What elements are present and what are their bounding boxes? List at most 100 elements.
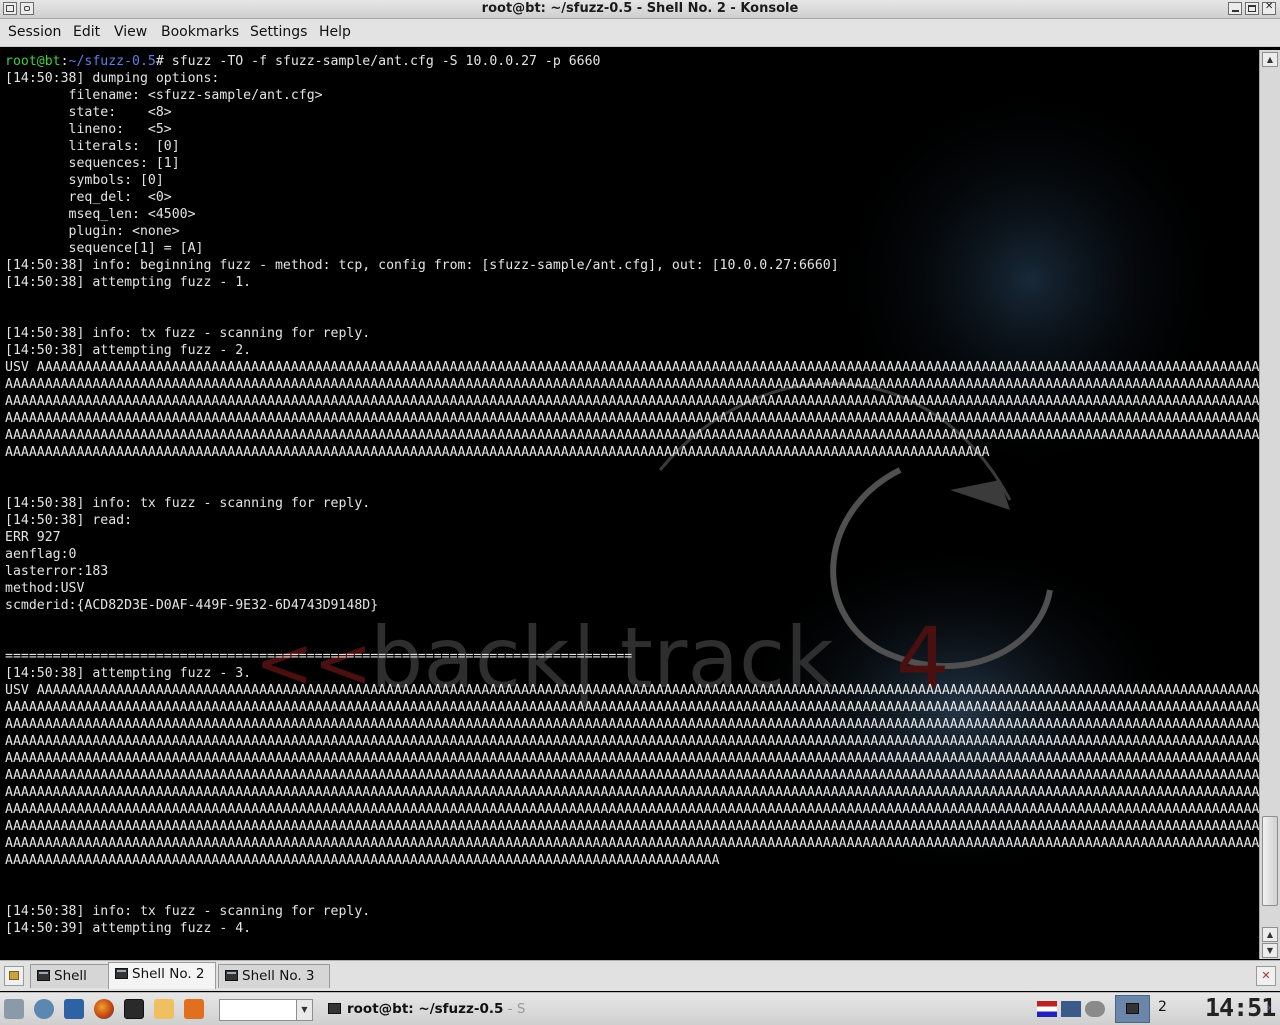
terminal-line: AAAAAAAAAAAAAAAAAAAAAAAAAAAAAAAAAAAAAAAA… — [5, 734, 1259, 749]
terminal-line: AAAAAAAAAAAAAAAAAAAAAAAAAAAAAAAAAAAAAAAA… — [5, 802, 1259, 817]
terminal-icon[interactable] — [124, 999, 144, 1019]
terminal-view[interactable]: back | track 4 << root@bt:~/sfuzz-0.5# s… — [0, 50, 1259, 959]
terminal-line: [14:50:38] info: tx fuzz - scanning for … — [5, 904, 371, 919]
terminal-line: req_del: <0> — [5, 190, 172, 205]
terminal-lines: [14:50:38] dumping options: filename: <s… — [5, 71, 1259, 936]
terminal-output[interactable]: root@bt:~/sfuzz-0.5# sfuzz -TO -f sfuzz-… — [5, 53, 1259, 937]
terminal-line: AAAAAAAAAAAAAAAAAAAAAAAAAAAAAAAAAAAAAAAA… — [5, 836, 1259, 851]
terminal-line: ERR 927 — [5, 530, 61, 545]
terminal-line: literals: [0] — [5, 139, 180, 154]
network-icon[interactable] — [1061, 1001, 1081, 1017]
prompt-path: ~/sfuzz-0.5 — [68, 54, 156, 69]
tab-label: Shell No. 3 — [242, 968, 315, 984]
terminal-line: [14:50:38] read: — [5, 513, 133, 528]
scroll-up-arrow-icon[interactable]: ▲ — [1262, 52, 1278, 67]
terminal-line: [14:50:38] attempting fuzz - 2. — [5, 343, 252, 358]
terminal-line: [14:50:38] dumping options: — [5, 71, 220, 86]
terminal-icon — [225, 970, 238, 981]
close-tab-icon[interactable]: ✕ — [1256, 966, 1276, 986]
task-label-fade: - S — [503, 1001, 526, 1017]
firefox-icon[interactable] — [94, 999, 114, 1019]
menu-help[interactable]: Help — [319, 24, 351, 40]
terminal-line: AAAAAAAAAAAAAAAAAAAAAAAAAAAAAAAAAAAAAAAA… — [5, 751, 1259, 766]
menu-view[interactable]: View — [114, 24, 147, 40]
terminal-icon — [115, 968, 128, 979]
terminal-icon — [328, 1003, 341, 1014]
terminal-line: USV AAAAAAAAAAAAAAAAAAAAAAAAAAAAAAAAAAAA… — [5, 683, 1259, 698]
prompt-user: root@bt — [5, 54, 61, 69]
system-settings-icon[interactable] — [34, 999, 54, 1019]
taskbar-search-input[interactable]: ▼ — [219, 999, 313, 1021]
new-tab-icon[interactable] — [4, 966, 24, 986]
minimize-button[interactable] — [1228, 2, 1242, 15]
terminal-line: scmderid:{ACD82D3E-D0AF-449F-9E32-6D4743… — [5, 598, 379, 613]
terminal-line: AAAAAAAAAAAAAAAAAAAAAAAAAAAAAAAAAAAAAAAA… — [5, 853, 720, 868]
prompt-separator: : — [60, 54, 69, 69]
terminal-line: [14:50:38] attempting fuzz - 1. — [5, 275, 252, 290]
terminal-line: sequences: [1] — [5, 156, 180, 171]
terminal-line: USV AAAAAAAAAAAAAAAAAAAAAAAAAAAAAAAAAAAA… — [5, 360, 1259, 375]
terminal-line: AAAAAAAAAAAAAAAAAAAAAAAAAAAAAAAAAAAAAAAA… — [5, 411, 1259, 426]
terminal-line: AAAAAAAAAAAAAAAAAAAAAAAAAAAAAAAAAAAAAAAA… — [5, 700, 1259, 715]
terminal-line: state: <8> — [5, 105, 172, 120]
notes-icon[interactable] — [154, 999, 174, 1019]
terminal-line: AAAAAAAAAAAAAAAAAAAAAAAAAAAAAAAAAAAAAAAA… — [5, 428, 1259, 443]
terminal-line: [14:50:38] info: beginning fuzz - method… — [5, 258, 839, 273]
terminal-line: aenflag:0 — [5, 547, 77, 562]
tab-label: Shell — [54, 968, 87, 984]
command-line: # sfuzz -TO -f sfuzz-sample/ant.cfg -S 1… — [155, 54, 601, 69]
desktop-number[interactable]: 2 — [1158, 999, 1167, 1015]
maximize-button[interactable] — [1245, 2, 1259, 15]
terminal-line: ========================================… — [5, 649, 633, 664]
terminal-line: mseq_len: <4500> — [5, 207, 196, 222]
terminal-line: AAAAAAAAAAAAAAAAAAAAAAAAAAAAAAAAAAAAAAAA… — [5, 394, 1259, 409]
chevron-down-icon[interactable]: ▼ — [296, 1000, 312, 1020]
menu-bookmarks[interactable]: Bookmarks — [161, 24, 239, 40]
tab-shell-no-3[interactable]: Shell No. 3 — [218, 964, 330, 988]
task-label: root@bt: ~/sfuzz-0.5 — [347, 1001, 504, 1017]
menu-bar: Session Edit View Bookmarks Settings Hel… — [0, 19, 1280, 47]
terminal-line: AAAAAAAAAAAAAAAAAAAAAAAAAAAAAAAAAAAAAAAA… — [5, 768, 1259, 783]
terminal-line: [14:50:38] attempting fuzz - 3. — [5, 666, 252, 681]
taskbar: ▼ root@bt: ~/sfuzz-0.5 - S 2 14:51 › — [0, 992, 1280, 1025]
scroll-down-arrow-icon[interactable]: ▼ — [1262, 943, 1278, 958]
terminal-line: plugin: <none> — [5, 224, 180, 239]
keyboard-layout-flag-icon[interactable] — [1037, 1001, 1057, 1017]
terminal-line: AAAAAAAAAAAAAAAAAAAAAAAAAAAAAAAAAAAAAAAA… — [5, 785, 1259, 800]
tab-shell-no-2[interactable]: Shell No. 2 — [108, 962, 216, 989]
terminal-line: symbols: [0] — [5, 173, 164, 188]
tab-label: Shell No. 2 — [132, 966, 205, 982]
terminal-icon — [37, 970, 50, 981]
window-title: root@bt: ~/sfuzz-0.5 - Shell No. 2 - Kon… — [481, 1, 799, 16]
kmenu-icon[interactable] — [4, 999, 24, 1019]
terminal-line: AAAAAAAAAAAAAAAAAAAAAAAAAAAAAAAAAAAAAAAA… — [5, 819, 1259, 834]
window-titlebar[interactable]: root@bt: ~/sfuzz-0.5 - Shell No. 2 - Kon… — [0, 0, 1280, 19]
terminal-line: lineno: <5> — [5, 122, 172, 137]
tools-icon[interactable] — [184, 999, 204, 1019]
terminal-line: method:USV — [5, 581, 85, 596]
session-tab-bar: Shell Shell No. 2 Shell No. 3 ✕ — [0, 960, 1280, 991]
terminal-line: [14:50:39] attempting fuzz - 4. — [5, 921, 252, 936]
scrollbar-thumb[interactable] — [1262, 816, 1278, 906]
chevron-right-icon[interactable]: › — [1266, 1000, 1272, 1016]
clock[interactable]: 14:51 — [1205, 993, 1276, 1022]
menu-settings[interactable]: Settings — [250, 24, 307, 40]
terminal-line: AAAAAAAAAAAAAAAAAAAAAAAAAAAAAAAAAAAAAAAA… — [5, 717, 1259, 732]
menu-session[interactable]: Session — [8, 24, 61, 40]
terminal-line: AAAAAAAAAAAAAAAAAAAAAAAAAAAAAAAAAAAAAAAA… — [5, 445, 990, 460]
terminal-line: filename: <sfuzz-sample/ant.cfg> — [5, 88, 323, 103]
terminal-line: AAAAAAAAAAAAAAAAAAAAAAAAAAAAAAAAAAAAAAAA… — [5, 377, 1259, 392]
menu-edit[interactable]: Edit — [73, 24, 100, 40]
scroll-up-arrow-icon[interactable]: ▲ — [1262, 927, 1278, 942]
desktop-pager-button[interactable] — [1115, 995, 1150, 1023]
terminal-line: sequence[1] = [A] — [5, 241, 204, 256]
terminal-scrollbar[interactable]: ▲ ▲ ▼ — [1259, 50, 1280, 959]
security-icon[interactable] — [1085, 1001, 1105, 1017]
taskbar-window-entry[interactable]: root@bt: ~/sfuzz-0.5 - S — [323, 997, 547, 1021]
terminal-line: [14:50:38] info: tx fuzz - scanning for … — [5, 326, 371, 341]
close-window-button[interactable] — [1262, 1, 1276, 15]
terminal-line: lasterror:183 — [5, 564, 109, 579]
tab-shell[interactable]: Shell — [30, 964, 110, 988]
desktop-icon[interactable] — [64, 999, 84, 1019]
terminal-line: [14:50:38] info: tx fuzz - scanning for … — [5, 496, 371, 511]
